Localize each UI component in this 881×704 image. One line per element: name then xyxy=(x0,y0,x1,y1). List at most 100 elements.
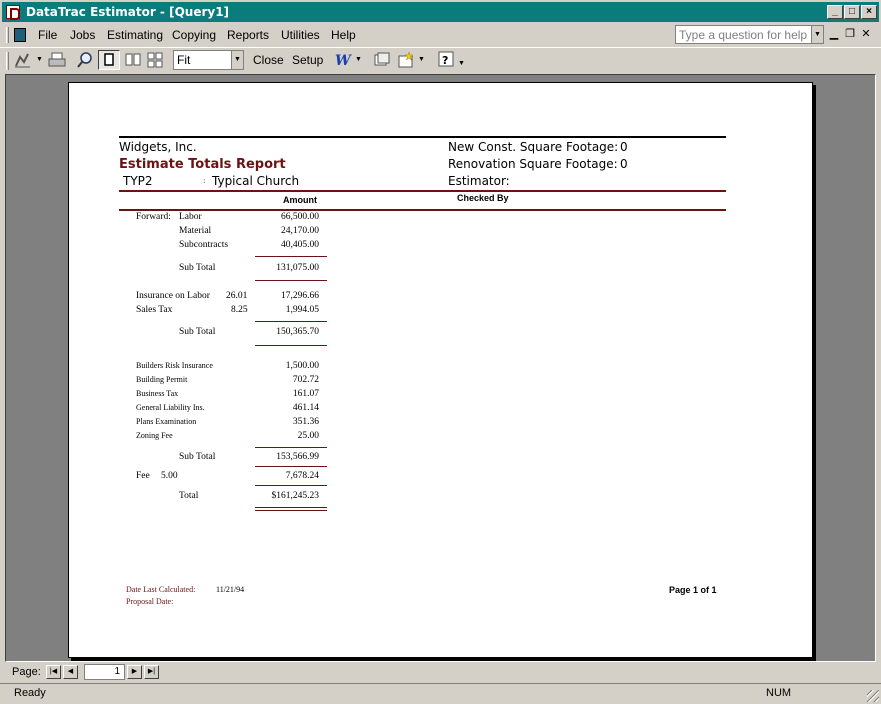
mdi-close-button[interactable]: ✕ xyxy=(859,27,873,41)
maximize-button[interactable]: □ xyxy=(844,5,860,19)
fee-value: 7,678.24 xyxy=(285,471,319,481)
view-dropdown-arrow[interactable]: ▼ xyxy=(36,56,43,63)
fee-rate: 5.00 xyxy=(161,471,178,481)
new-object-dropdown-arrow[interactable]: ▼ xyxy=(418,56,425,63)
menubar-grip[interactable] xyxy=(6,27,9,43)
sales-tax-rate: 8.25 xyxy=(231,305,248,315)
total-double-rule-1 xyxy=(255,507,327,508)
fee-bottom-rule xyxy=(255,485,327,486)
print-icon[interactable] xyxy=(48,51,66,69)
report-title: Estimate Totals Report xyxy=(119,157,286,172)
subtotal1-value: 131,075.00 xyxy=(276,263,319,273)
sales-tax-label: Sales Tax xyxy=(136,305,173,315)
job-name: Typical Church xyxy=(212,174,300,188)
office-links-icon[interactable]: W xyxy=(334,51,352,69)
renovation-value: 0 xyxy=(620,157,628,171)
new-object-icon[interactable] xyxy=(397,51,415,69)
item-label: Plans Examination xyxy=(136,417,197,426)
item-value: 702.72 xyxy=(292,375,319,385)
amount-header: Amount xyxy=(283,195,317,205)
material-value: 24,170.00 xyxy=(281,226,319,236)
one-page-button[interactable] xyxy=(98,50,120,70)
help-search-input[interactable]: Type a question for help xyxy=(675,25,824,44)
page-number-input[interactable]: 1 xyxy=(84,664,125,680)
prev-page-button[interactable]: ◀ xyxy=(63,665,78,679)
labor-label: Labor xyxy=(179,212,202,222)
svg-text:?: ? xyxy=(442,54,448,67)
fee-label: Fee xyxy=(136,471,150,481)
menu-file[interactable]: File xyxy=(38,28,57,42)
status-num-lock: NUM xyxy=(766,687,792,699)
zoom-value: Fit xyxy=(177,53,191,67)
help-dropdown-arrow[interactable]: ▼ xyxy=(811,26,823,43)
zoom-icon[interactable] xyxy=(76,51,94,69)
date-calculated-value: 11/21/94 xyxy=(216,585,245,594)
item-label: General Liability Ins. xyxy=(136,403,205,412)
subtotal1-label: Sub Total xyxy=(179,263,216,273)
item-label: Business Tax xyxy=(136,389,179,398)
view-icon[interactable] xyxy=(14,51,32,69)
last-page-button[interactable]: ▶| xyxy=(144,665,159,679)
menu-utilities[interactable]: Utilities xyxy=(281,28,320,42)
minimize-button[interactable]: _ xyxy=(827,5,843,19)
labor-value: 66,500.00 xyxy=(281,212,319,222)
status-bar: Ready NUM xyxy=(0,683,881,704)
help-dropdown-toolbar-arrow[interactable]: ▼ xyxy=(458,60,465,67)
insurance-rate: 26.01 xyxy=(226,291,248,301)
horizontal-scrollbar[interactable] xyxy=(166,667,877,682)
item-value: 351.36 xyxy=(292,417,319,427)
title-bar: DataTrac Estimator - [Query1] _ □ × xyxy=(0,0,881,24)
page-nav-label: Page: xyxy=(12,666,41,678)
toolbar-grip[interactable] xyxy=(6,52,9,70)
checked-by-label: Checked By xyxy=(457,193,509,203)
subtotal3-label: Sub Total xyxy=(179,452,216,462)
item-value: 461.14 xyxy=(292,403,319,413)
material-label: Material xyxy=(179,226,212,236)
company-name: Widgets, Inc. xyxy=(119,140,197,154)
subtotal3-value: 153,566.99 xyxy=(276,452,319,462)
menu-estimating[interactable]: Estimating xyxy=(107,28,163,42)
zoom-dropdown-arrow[interactable]: ▼ xyxy=(231,51,243,69)
one-page-icon xyxy=(104,53,114,66)
close-preview-button[interactable]: Close xyxy=(253,53,284,67)
new-const-value: 0 xyxy=(620,140,628,154)
zoom-select[interactable]: Fit ▼ xyxy=(173,50,244,70)
resize-grip-icon[interactable] xyxy=(867,690,879,702)
app-icon[interactable] xyxy=(6,5,20,20)
two-pages-icon[interactable] xyxy=(124,51,142,69)
mdi-minimize-button[interactable]: ▁ xyxy=(827,27,841,41)
total-double-rule-2 xyxy=(255,510,327,511)
menu-help[interactable]: Help xyxy=(331,28,356,42)
subtotal1-bottom-rule xyxy=(255,280,327,281)
sales-tax-value: 1,994.05 xyxy=(285,305,319,315)
header-top-rule xyxy=(119,136,726,138)
mdi-restore-button[interactable]: ❐ xyxy=(843,27,857,41)
menu-copying[interactable]: Copying xyxy=(172,28,216,42)
subtotal2-bottom-rule xyxy=(255,345,327,346)
item-value: 25.00 xyxy=(297,431,319,441)
item-label: Builders Risk Insurance xyxy=(136,361,213,370)
forward-label: Forward: xyxy=(136,212,171,222)
header-rule-2 xyxy=(119,209,726,211)
subtotal2-value: 150,365.70 xyxy=(276,327,319,337)
menu-jobs[interactable]: Jobs xyxy=(70,28,95,42)
setup-button[interactable]: Setup xyxy=(292,53,323,67)
help-icon[interactable]: ? xyxy=(438,51,456,69)
subtotal2-label: Sub Total xyxy=(179,327,216,337)
subtotal3-bottom-rule xyxy=(255,466,327,467)
item-label: Zoning Fee xyxy=(136,431,173,440)
first-page-button[interactable]: |◀ xyxy=(46,665,61,679)
subcontracts-value: 40,405.00 xyxy=(281,240,319,250)
menu-reports[interactable]: Reports xyxy=(227,28,269,42)
subtotal3-top-rule xyxy=(255,447,327,448)
office-links-dropdown-arrow[interactable]: ▼ xyxy=(355,56,362,63)
job-code: TYP2 xyxy=(123,174,153,188)
date-calculated-label: Date Last Calculated: xyxy=(126,585,196,594)
close-window-button[interactable]: × xyxy=(861,5,877,19)
item-label: Building Permit xyxy=(136,375,188,384)
multiple-pages-icon[interactable] xyxy=(146,51,164,69)
database-icon[interactable] xyxy=(14,28,26,42)
next-page-button[interactable]: ▶ xyxy=(127,665,142,679)
database-window-icon[interactable] xyxy=(373,51,391,69)
page-number: Page 1 of 1 xyxy=(669,585,717,595)
